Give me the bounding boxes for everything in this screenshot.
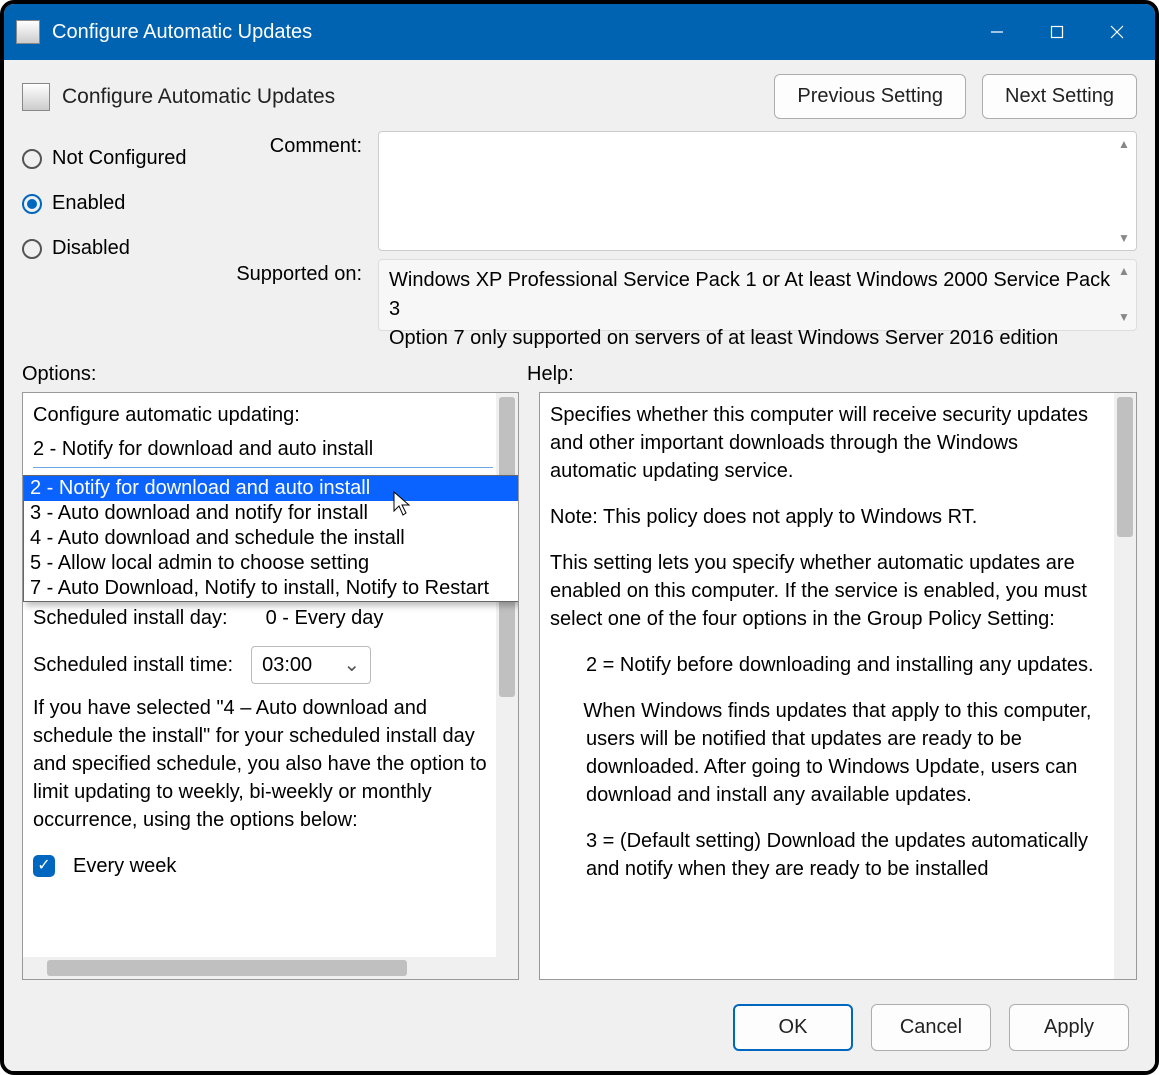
radio-enabled[interactable]: Enabled — [22, 192, 212, 215]
scheduled-day-label: Scheduled install day: — [33, 604, 228, 632]
comment-textarea[interactable]: ▲ ▼ — [378, 131, 1137, 251]
minimize-button[interactable] — [967, 4, 1027, 60]
help-text: When Windows finds updates that apply to… — [583, 700, 1091, 806]
apply-button[interactable]: Apply — [1009, 1004, 1129, 1051]
supported-label: Supported on: — [232, 259, 362, 331]
options-pane: Configure automatic updating: 2 - Notify… — [22, 392, 519, 980]
previous-setting-button[interactable]: Previous Setting — [774, 74, 966, 119]
configure-updating-select[interactable]: 2 - Notify for download and auto install — [33, 431, 493, 468]
radio-label: Disabled — [52, 237, 130, 260]
dropdown-option[interactable]: 5 - Allow local admin to choose setting — [24, 551, 519, 576]
radio-label: Not Configured — [52, 147, 187, 170]
help-pane: Specifies whether this computer will rec… — [539, 392, 1137, 980]
configure-updating-label: Configure automatic updating: — [33, 401, 492, 429]
dropdown-option[interactable]: 7 - Auto Download, Notify to install, No… — [24, 576, 519, 601]
close-button[interactable] — [1087, 4, 1147, 60]
schedule-note: If you have selected "4 – Auto download … — [33, 694, 492, 834]
options-heading: Options: — [22, 363, 527, 386]
radio-label: Enabled — [52, 192, 125, 215]
supported-text-2: Option 7 only supported on servers of at… — [389, 327, 1058, 349]
options-scrollbar-horizontal[interactable] — [23, 957, 496, 979]
configure-updating-dropdown[interactable]: 2 - Notify for download and auto install… — [23, 475, 519, 602]
radio-not-configured[interactable]: Not Configured — [22, 147, 212, 170]
cancel-button[interactable]: Cancel — [871, 1004, 991, 1051]
app-icon — [16, 20, 40, 44]
help-heading: Help: — [527, 363, 574, 386]
dropdown-option[interactable]: 2 - Notify for download and auto install — [24, 476, 519, 501]
scroll-down-icon[interactable]: ▼ — [1116, 310, 1132, 326]
next-setting-button[interactable]: Next Setting — [982, 74, 1137, 119]
help-text: Note: This policy does not apply to Wind… — [550, 503, 1106, 531]
supported-on-box: Windows XP Professional Service Pack 1 o… — [378, 259, 1137, 331]
policy-title: Configure Automatic Updates — [62, 85, 774, 109]
help-text: 3 = (Default setting) Download the updat… — [550, 827, 1106, 883]
help-scrollbar-vertical[interactable] — [1114, 393, 1136, 979]
chevron-down-icon: ⌄ — [343, 651, 360, 679]
policy-icon — [22, 83, 50, 111]
scroll-up-icon[interactable]: ▲ — [1116, 264, 1132, 280]
scheduled-day-value[interactable]: 0 - Every day — [266, 604, 384, 632]
radio-disabled[interactable]: Disabled — [22, 237, 212, 260]
scheduled-time-select[interactable]: 03:00 ⌄ — [251, 646, 371, 684]
supported-text-1: Windows XP Professional Service Pack 1 o… — [389, 269, 1110, 320]
ok-button[interactable]: OK — [733, 1004, 853, 1051]
every-week-label: Every week — [73, 852, 176, 880]
header: Configure Automatic Updates Previous Set… — [4, 60, 1155, 123]
titlebar: Configure Automatic Updates — [4, 4, 1155, 60]
help-text: This setting lets you specify whether au… — [550, 549, 1106, 633]
every-week-checkbox[interactable]: ✓ — [33, 855, 55, 877]
dropdown-option[interactable]: 4 - Auto download and schedule the insta… — [24, 526, 519, 551]
scheduled-time-value: 03:00 — [262, 654, 312, 676]
scroll-down-icon[interactable]: ▼ — [1116, 230, 1132, 246]
dropdown-option[interactable]: 3 - Auto download and notify for install — [24, 501, 519, 526]
help-text: 2 = Notify before downloading and instal… — [550, 651, 1106, 679]
scheduled-time-label: Scheduled install time: — [33, 651, 233, 679]
scroll-up-icon[interactable]: ▲ — [1116, 136, 1132, 152]
maximize-button[interactable] — [1027, 4, 1087, 60]
window-title: Configure Automatic Updates — [52, 21, 967, 44]
help-text: Specifies whether this computer will rec… — [550, 401, 1106, 485]
gpo-editor-window: Configure Automatic Updates Configure Au… — [0, 0, 1159, 1075]
comment-label: Comment: — [232, 131, 362, 251]
dialog-footer: OK Cancel Apply — [4, 994, 1155, 1071]
